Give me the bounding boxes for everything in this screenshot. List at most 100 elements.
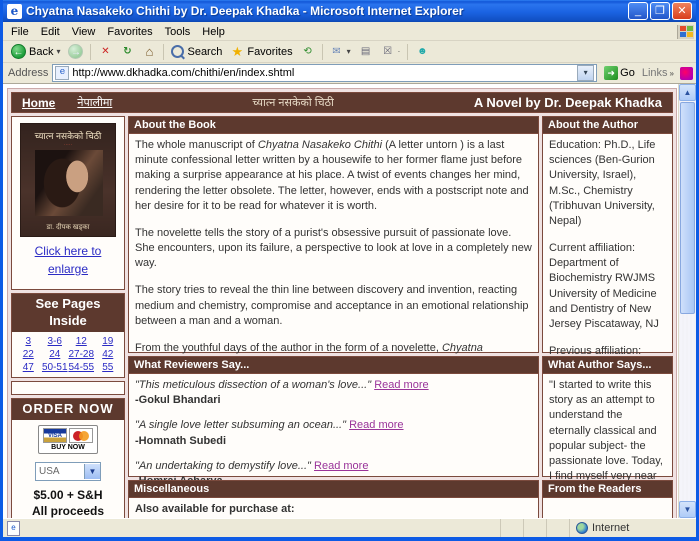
book-cover-cell: च्यात्न नसकेको चिठी ····· डा. दीपक खड्का… (11, 116, 125, 290)
page-link[interactable]: 24 (42, 349, 69, 360)
refresh-icon: ↻ (120, 45, 134, 59)
search-icon (171, 45, 184, 58)
readers-section: From the Readers (542, 480, 673, 518)
page-link[interactable]: 19 (95, 336, 122, 347)
author-says-title: What Author Says... (543, 357, 672, 374)
page-link[interactable]: 3 (15, 336, 42, 347)
close-button[interactable]: ✕ (672, 2, 692, 20)
stop-button[interactable]: ✕ (94, 42, 116, 61)
scrollbar-thumb[interactable] (680, 102, 695, 314)
history-button[interactable]: ⟲ (297, 42, 319, 61)
address-dropdown-icon[interactable]: ▾ (577, 65, 594, 81)
back-button[interactable]: ← Back ▾ (7, 42, 64, 61)
messenger-button[interactable]: ☻ (411, 42, 433, 61)
spacer-cell (11, 381, 125, 395)
minimize-button[interactable]: _ (628, 2, 648, 20)
review-read-more-link[interactable]: Read more (314, 460, 368, 472)
page-link[interactable]: 22 (15, 349, 42, 360)
forward-button[interactable]: → (64, 42, 87, 61)
cover-title: च्यात्न नसकेको चिठी (21, 124, 115, 142)
menu-bar: File Edit View Favorites Tools Help (3, 22, 696, 41)
links-chevron-icon: » (670, 69, 674, 78)
cover-author: डा. दीपक खड्का (21, 223, 115, 232)
reviewers-section: What Reviewers Say... "This meticulous d… (128, 356, 539, 477)
buy-now-label: BUY NOW (43, 444, 93, 451)
menu-help[interactable]: Help (196, 25, 231, 39)
windows-logo (677, 25, 694, 39)
home-button[interactable]: ⌂ (138, 42, 160, 61)
see-pages-title: See Pages Inside (12, 294, 124, 332)
review-read-more-link[interactable]: Read more (349, 419, 403, 431)
country-selected-value: USA (36, 466, 84, 477)
edit-dropdown-icon[interactable]: · (398, 47, 401, 56)
cover-face-art (35, 150, 103, 216)
ie-app-icon: e (7, 4, 22, 19)
page-favicon: e (55, 66, 69, 80)
about-author-section: About the Author Education: Ph.D., Life … (542, 116, 673, 353)
menu-view[interactable]: View (66, 25, 102, 39)
menu-favorites[interactable]: Favorites (101, 25, 158, 39)
mail-button[interactable]: ✉ ▾ (326, 42, 355, 61)
home-icon: ⌂ (142, 45, 156, 59)
menu-file[interactable]: File (5, 25, 35, 39)
back-dropdown-icon[interactable]: ▾ (56, 47, 60, 56)
site-header: Home नेपालीमा च्यात्न नसकेको चिठी A Nove… (11, 92, 673, 113)
miscellaneous-title: Miscellaneous (129, 481, 538, 498)
review-item: "This meticulous dissection of a woman's… (135, 378, 532, 408)
maximize-button[interactable]: ❐ (650, 2, 670, 20)
page-link[interactable]: 50-51 (42, 362, 69, 373)
address-bar: Address e ▾ ➜ Go Links » (3, 63, 696, 84)
book-cover-image[interactable]: च्यात्न नसकेको चिठी ····· डा. दीपक खड्का (20, 123, 116, 237)
address-input[interactable] (72, 66, 574, 80)
nepali-version-link[interactable]: नेपालीमा (77, 95, 112, 110)
mastercard-icon (69, 428, 93, 443)
page-link[interactable]: 27-28 (68, 349, 95, 360)
page-link[interactable]: 3-6 (42, 336, 69, 347)
readers-title: From the Readers (543, 481, 672, 498)
scroll-up-icon[interactable]: ▲ (679, 84, 696, 101)
status-cell (500, 519, 523, 537)
internet-globe-icon (576, 522, 588, 534)
browser-window: e Chyatna Nasakeko Chithi by Dr. Deepak … (0, 0, 699, 541)
title-bar: e Chyatna Nasakeko Chithi by Dr. Deepak … (3, 0, 696, 22)
go-button[interactable]: ➜ Go (601, 66, 638, 80)
page-link[interactable]: 55 (95, 362, 122, 373)
history-icon: ⟲ (301, 45, 315, 59)
buy-now-button[interactable]: VISA BUY NOW (38, 425, 98, 454)
menu-tools[interactable]: Tools (159, 25, 197, 39)
page-link[interactable]: 42 (95, 349, 122, 360)
left-sidebar: च्यात्न नसकेको चिठी ····· डा. दीपक खड्का… (11, 116, 125, 518)
search-button[interactable]: Search (167, 42, 226, 61)
page-link[interactable]: 12 (68, 336, 95, 347)
print-icon: ▤ (359, 45, 373, 59)
home-link[interactable]: Home (22, 96, 55, 110)
addon-icon[interactable] (680, 67, 693, 80)
status-zone-panel: Internet (569, 519, 696, 537)
page-link[interactable]: 54-55 (68, 362, 95, 373)
right-column: About the Author Education: Ph.D., Life … (542, 116, 673, 518)
print-button[interactable]: ▤ (355, 42, 377, 61)
go-label: Go (620, 67, 635, 79)
stop-icon: ✕ (98, 45, 112, 59)
scroll-down-icon[interactable]: ▼ (679, 501, 696, 518)
mail-dropdown-icon[interactable]: ▾ (347, 47, 351, 56)
country-select[interactable]: USA ▼ (35, 462, 101, 481)
site-subtitle: A Novel by Dr. Deepak Khadka (474, 95, 662, 110)
favorites-button[interactable]: ★ Favorites (226, 42, 296, 61)
links-menu[interactable]: Links » (642, 67, 676, 79)
select-arrow-icon[interactable]: ▼ (84, 464, 100, 479)
page-link[interactable]: 47 (15, 362, 42, 373)
edit-button[interactable]: ☒· (377, 42, 405, 61)
address-field[interactable]: e ▾ (52, 64, 597, 82)
menu-edit[interactable]: Edit (35, 25, 66, 39)
vertical-scrollbar[interactable]: ▲ ▼ (678, 84, 696, 518)
about-author-title: About the Author (543, 117, 672, 134)
status-zone-label: Internet (592, 522, 629, 534)
status-bar: e Internet (3, 518, 696, 537)
enlarge-link[interactable]: Click here to enlarge (35, 244, 102, 276)
review-read-more-link[interactable]: Read more (374, 379, 428, 391)
edit-icon: ☒ (381, 45, 395, 59)
page-viewport: Home नेपालीमा च्यात्न नसकेको चिठी A Nove… (3, 84, 696, 518)
refresh-button[interactable]: ↻ (116, 42, 138, 61)
status-cell (546, 519, 569, 537)
